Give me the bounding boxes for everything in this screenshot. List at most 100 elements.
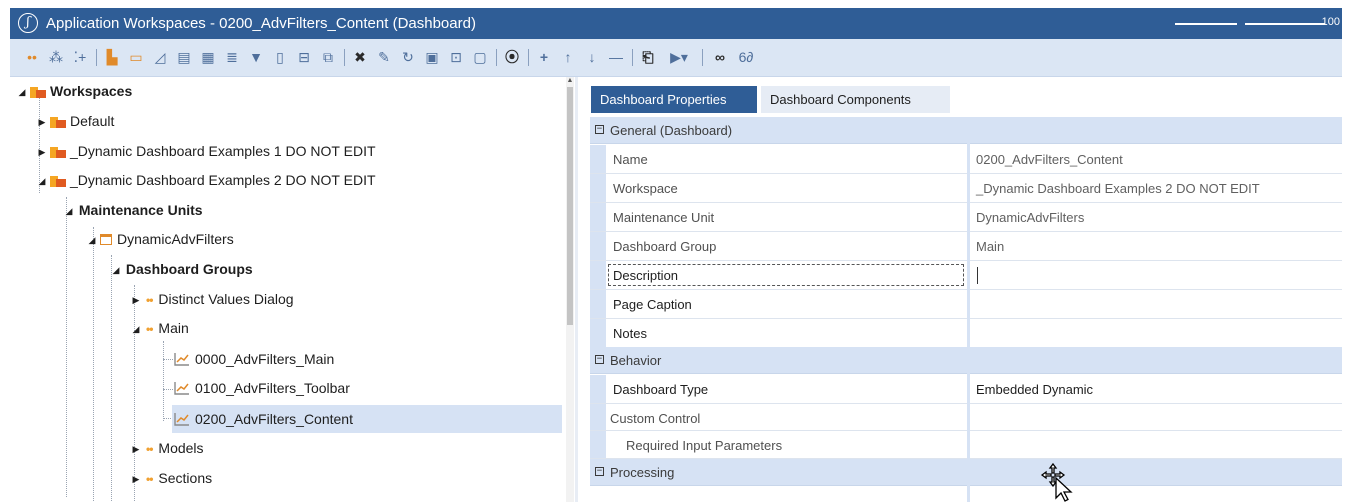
tree-node-label: 0100_AdvFilters_Toolbar [195, 380, 350, 396]
tab-dashboard-properties[interactable]: Dashboard Properties [591, 86, 757, 113]
tree-node-dashboard-main[interactable]: 0000_AdvFilters_Main [172, 348, 334, 370]
grid-icon[interactable]: ▦ [200, 49, 216, 65]
scroll-up-icon[interactable]: ▲ [566, 77, 574, 85]
binoculars-icon[interactable]: ∞ [712, 49, 728, 65]
collapsed-icon[interactable]: ▶ [130, 468, 142, 490]
object-lookup-icon[interactable]: 6∂ [736, 49, 756, 65]
tree-node-main[interactable]: ◢ •• Main [130, 317, 189, 339]
category-processing[interactable]: − Processing [590, 459, 1342, 486]
list-icon[interactable]: ≣ [224, 49, 240, 65]
tree-node-distinct-values-dialog[interactable]: ▶ •• Distinct Values Dialog [130, 288, 294, 310]
dashboard-group-icon: •• [146, 293, 153, 308]
scrollbar-thumb[interactable] [567, 87, 573, 325]
tree-node-label: Default [70, 113, 115, 129]
move-cursor-icon [1040, 462, 1073, 502]
property-row-maintenance-unit[interactable]: Maintenance Unit DynamicAdvFilters [590, 203, 1342, 232]
folder-icon [50, 174, 66, 187]
property-value[interactable]: Main [976, 239, 1004, 254]
tree-node-workspaces[interactable]: ◢ Workspaces [16, 80, 133, 103]
property-value[interactable]: _Dynamic Dashboard Examples 2 DO NOT EDI… [976, 181, 1260, 196]
tree-scrollbar[interactable]: ▲ [566, 77, 574, 502]
link-icon[interactable]: ⊡ [448, 49, 464, 65]
property-row-page-caption[interactable]: Page Caption [590, 290, 1342, 319]
tree-node-dashboard-groups[interactable]: ◢ Dashboard Groups [110, 258, 253, 280]
property-row-custom-control[interactable]: Custom Control [590, 404, 1342, 431]
add-icon[interactable]: + [536, 49, 552, 65]
property-row-dashboard-type[interactable]: Dashboard Type Embedded Dynamic [590, 375, 1342, 404]
collapsed-icon[interactable]: ▶ [130, 438, 142, 460]
collapse-icon[interactable]: − [595, 355, 604, 364]
row-gutter [590, 431, 606, 458]
delete-icon[interactable]: ✖ [352, 49, 368, 65]
dashboard-chart-icon [174, 353, 189, 366]
tree-node-examples-1[interactable]: ▶ _Dynamic Dashboard Examples 1 DO NOT ED… [36, 140, 376, 162]
property-row-name[interactable]: Name 0200_AdvFilters_Content [590, 145, 1342, 174]
collapsed-icon[interactable]: ▶ [36, 141, 48, 163]
tree-node-dashboard-toolbar[interactable]: 0100_AdvFilters_Toolbar [172, 377, 350, 399]
document-icon[interactable]: ▯ [272, 49, 288, 65]
down-icon[interactable]: ↓ [584, 49, 600, 65]
expanded-icon[interactable]: ◢ [36, 170, 48, 192]
tree-add-icon[interactable]: ⁚+ [72, 49, 88, 65]
tree-node-sections[interactable]: ▶ •• Sections [130, 467, 213, 490]
tab-dashboard-components[interactable]: Dashboard Components [761, 86, 950, 113]
property-row-dashboard-group[interactable]: Dashboard Group Main [590, 232, 1342, 261]
connect-icon[interactable]: •• [24, 49, 40, 65]
zoom-level: 100 [1321, 16, 1340, 28]
tree-node-dynamicadvfilters[interactable]: ◢ DynamicAdvFilters [86, 228, 234, 250]
column-divider[interactable] [967, 117, 970, 502]
row-gutter [590, 203, 606, 231]
row-gutter [590, 404, 606, 430]
remove-icon[interactable]: — [608, 49, 624, 65]
table-icon[interactable]: ▤ [176, 49, 192, 65]
search-icon[interactable]: ⦿ [504, 49, 520, 65]
property-label: Maintenance Unit [613, 210, 715, 225]
copy-icon[interactable]: ⧉ [320, 49, 336, 65]
app-logo-icon: ʃ [18, 13, 38, 33]
run-icon[interactable]: ▶▾ [664, 49, 694, 65]
tree-guide [93, 227, 94, 502]
tree-node-models[interactable]: ▶ •• Models [130, 437, 204, 459]
component-icon[interactable]: ⊟ [296, 49, 312, 65]
toolbar-separator [702, 49, 703, 66]
property-value[interactable]: Embedded Dynamic [976, 382, 1093, 397]
edit-icon[interactable]: ✎ [376, 49, 392, 65]
property-row-workspace[interactable]: Workspace _Dynamic Dashboard Examples 2 … [590, 174, 1342, 203]
expanded-icon[interactable]: ◢ [130, 318, 142, 340]
property-value[interactable]: 0200_AdvFilters_Content [976, 152, 1123, 167]
property-label: Required Input Parameters [626, 438, 783, 453]
expanded-icon[interactable]: ◢ [63, 200, 75, 222]
folder-icon [50, 115, 66, 128]
tree-node-maintenance-units[interactable]: ◢ Maintenance Units [63, 199, 203, 221]
expanded-icon[interactable]: ◢ [16, 81, 28, 103]
filter-icon[interactable]: ▼ [248, 49, 264, 65]
hierarchy-icon[interactable]: ⁂ [48, 49, 64, 65]
property-value[interactable]: DynamicAdvFilters [976, 210, 1084, 225]
property-row-required-input-parameters[interactable]: Required Input Parameters [590, 431, 1342, 459]
collapse-icon[interactable]: − [595, 467, 604, 476]
tree-node-dashboard-content[interactable]: 0200_AdvFilters_Content [172, 405, 562, 433]
tree-node-label: Sections [158, 470, 213, 486]
expanded-icon[interactable]: ◢ [86, 229, 98, 251]
collapse-icon[interactable]: − [595, 125, 604, 134]
new-folder-icon[interactable]: ▙ [104, 49, 120, 65]
save-icon[interactable]: ▣ [424, 49, 440, 65]
up-icon[interactable]: ↑ [560, 49, 576, 65]
row-gutter [590, 174, 606, 202]
clipboard-icon[interactable]: ▢ [472, 49, 488, 65]
category-behavior[interactable]: − Behavior [590, 347, 1342, 374]
expanded-icon[interactable]: ◢ [110, 259, 122, 281]
zoom-track-right[interactable] [1245, 23, 1325, 25]
tree-guide [111, 255, 112, 502]
tree-node-default[interactable]: ▶ Default [36, 110, 115, 133]
property-row-notes[interactable]: Notes [590, 319, 1342, 348]
collapsed-icon[interactable]: ▶ [36, 111, 48, 133]
collapsed-icon[interactable]: ▶ [130, 289, 142, 311]
export-icon[interactable]: ⎗ [640, 49, 656, 65]
chart-icon[interactable]: ◿ [152, 49, 168, 65]
property-row-description[interactable]: Description [590, 261, 1342, 290]
tree-node-examples-2[interactable]: ◢ _Dynamic Dashboard Examples 2 DO NOT ED… [36, 169, 376, 191]
refresh-icon[interactable]: ↻ [400, 49, 416, 65]
dashboard-icon[interactable]: ▭ [128, 49, 144, 65]
category-general[interactable]: − General (Dashboard) [590, 117, 1342, 144]
